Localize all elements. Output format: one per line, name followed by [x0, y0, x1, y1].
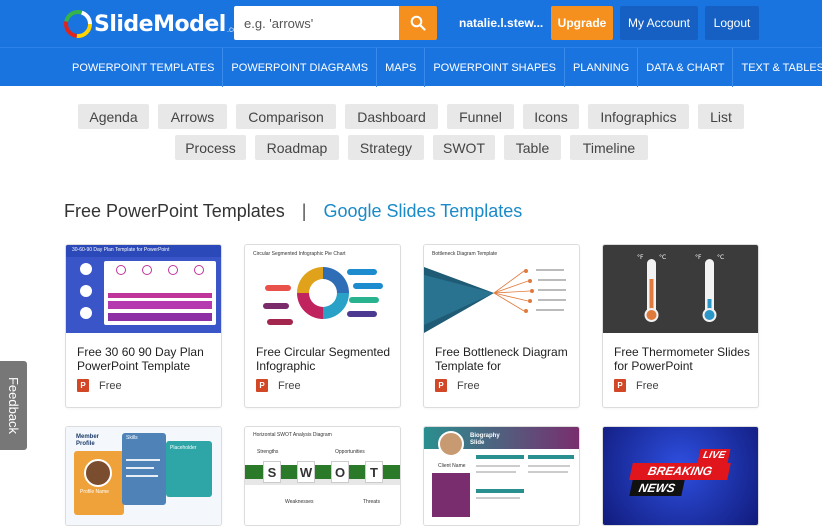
tab-google-slides-templates[interactable]: Google Slides Templates — [324, 201, 523, 221]
nav-item-planning[interactable]: PLANNING — [565, 48, 639, 87]
thumb-caption: Member Profile — [76, 434, 100, 447]
nav-item-text-tables[interactable]: TEXT & TABLES — [733, 48, 822, 87]
thumb-skills: Skills — [126, 435, 138, 441]
swot-letter-t: T — [365, 461, 383, 483]
card-thumbnail[interactable]: Horizontal SWOT Analysis Diagram S W O T… — [245, 427, 400, 525]
nav-item-powerpoint-shapes[interactable]: POWERPOINT SHAPES — [425, 48, 565, 87]
thumb-breaking: BREAKING — [629, 463, 731, 480]
top-header: SlideModel .com natalie.l.stew... Upgrad… — [0, 0, 822, 47]
card-thumbnail[interactable]: LIVE BREAKING NEWS — [603, 427, 758, 525]
tag-arrows[interactable]: Arrows — [158, 104, 227, 129]
thumb-placeholder: Placeholder — [170, 445, 197, 451]
card-thumbnail[interactable]: °F °C °F °C — [603, 245, 758, 333]
template-card[interactable]: Bottleneck Diagram Template Free Bottlen… — [423, 244, 580, 408]
search-button[interactable] — [399, 6, 437, 40]
circular-infographic-graphic — [263, 267, 383, 325]
thumb-caption: Biography Slide — [470, 433, 500, 446]
swot-label-opportunities: Opportunities — [335, 449, 365, 455]
feedback-label: Feedback — [6, 376, 21, 435]
svg-text:°C: °C — [717, 254, 724, 261]
upgrade-button[interactable]: Upgrade — [551, 6, 613, 40]
brand-logo[interactable]: SlideModel .com — [64, 8, 244, 40]
card-title[interactable]: Free Circular Segmented Infographic — [256, 345, 396, 373]
thermometer-graphic: °F °C °F °C — [637, 254, 724, 322]
thumb-client-name: Client Name — [438, 463, 466, 469]
svg-text:°F: °F — [695, 254, 702, 261]
card-thumbnail[interactable]: Bottleneck Diagram Template — [424, 245, 579, 333]
tag-strategy[interactable]: Strategy — [348, 135, 424, 160]
free-badge: Free — [636, 379, 659, 392]
template-tabs: Free PowerPoint Templates | Google Slide… — [64, 201, 522, 222]
thumb-profile-name: Profile Name — [80, 489, 109, 495]
thumb-live: LIVE — [697, 449, 731, 463]
card-thumbnail[interactable]: Member Profile Profile Name Skills Place… — [66, 427, 221, 525]
card-meta: P Free — [256, 379, 301, 392]
user-name[interactable]: natalie.l.stew... — [459, 16, 543, 30]
template-card[interactable]: 30-60-90 Day Plan Template for PowerPoin… — [65, 244, 222, 408]
card-meta: P Free — [77, 379, 122, 392]
my-account-button[interactable]: My Account — [620, 6, 698, 40]
card-meta: P Free — [614, 379, 659, 392]
swot-letter-o: O — [331, 461, 349, 483]
tag-infographics[interactable]: Infographics — [588, 104, 689, 129]
template-card[interactable]: Horizontal SWOT Analysis Diagram S W O T… — [244, 426, 401, 526]
search-input[interactable] — [234, 6, 400, 40]
free-badge: Free — [457, 379, 480, 392]
template-card[interactable]: LIVE BREAKING NEWS — [602, 426, 759, 526]
feedback-tab[interactable]: Feedback — [0, 361, 27, 450]
logout-button[interactable]: Logout — [705, 6, 759, 40]
nav-item-data-chart[interactable]: DATA & CHART — [638, 48, 734, 87]
tag-dashboard[interactable]: Dashboard — [345, 104, 438, 129]
thumb-news: NEWS — [629, 480, 685, 496]
card-meta: P Free — [435, 379, 480, 392]
card-title[interactable]: Free 30 60 90 Day Plan PowerPoint Templa… — [77, 345, 217, 373]
tag-timeline[interactable]: Timeline — [570, 135, 648, 160]
slidemodel-logo-icon — [64, 10, 92, 38]
template-card[interactable]: Member Profile Profile Name Skills Place… — [65, 426, 222, 526]
tag-icons[interactable]: Icons — [523, 104, 579, 129]
tab-separator: | — [301, 201, 307, 221]
tag-list[interactable]: List — [698, 104, 744, 129]
swot-letter-w: W — [297, 461, 315, 483]
nav-item-maps[interactable]: MAPS — [377, 48, 426, 87]
card-thumbnail[interactable]: Biography Slide Client Name — [424, 427, 579, 525]
powerpoint-icon: P — [256, 379, 268, 392]
template-card[interactable]: °F °C °F °C Free Thermometer Slides for … — [602, 244, 759, 408]
main-nav: POWERPOINT TEMPLATES POWERPOINT DIAGRAMS… — [0, 47, 822, 87]
swot-label-strengths: Strengths — [257, 449, 279, 455]
tag-agenda[interactable]: Agenda — [78, 104, 149, 129]
free-badge: Free — [99, 379, 122, 392]
powerpoint-icon: P — [435, 379, 447, 392]
card-thumbnail[interactable]: 30-60-90 Day Plan Template for PowerPoin… — [66, 245, 221, 333]
powerpoint-icon: P — [77, 379, 89, 392]
svg-text:°F: °F — [637, 254, 644, 261]
card-title[interactable]: Free Thermometer Slides for PowerPoint — [614, 345, 754, 373]
template-card[interactable]: Circular Segmented Infographic Pie Chart… — [244, 244, 401, 408]
svg-text:°C: °C — [659, 254, 666, 261]
swot-label-threats: Threats — [363, 499, 380, 505]
swot-letter-s: S — [263, 461, 281, 483]
nav-item-powerpoint-templates[interactable]: POWERPOINT TEMPLATES — [64, 48, 224, 87]
tag-roadmap[interactable]: Roadmap — [255, 135, 339, 160]
template-card[interactable]: Biography Slide Client Name — [423, 426, 580, 526]
nav-item-powerpoint-diagrams[interactable]: POWERPOINT DIAGRAMS — [223, 48, 378, 87]
brand-name: SlideModel — [94, 11, 226, 37]
tag-process[interactable]: Process — [175, 135, 246, 160]
card-thumbnail[interactable]: Circular Segmented Infographic Pie Chart — [245, 245, 400, 333]
tag-swot[interactable]: SWOT — [433, 135, 495, 160]
thumb-caption: 30-60-90 Day Plan Template for PowerPoin… — [72, 247, 170, 253]
search-icon — [410, 15, 426, 31]
card-title[interactable]: Free Bottleneck Diagram Template for — [435, 345, 575, 373]
tag-funnel[interactable]: Funnel — [447, 104, 514, 129]
thumb-caption: Horizontal SWOT Analysis Diagram — [253, 432, 332, 438]
swot-label-weaknesses: Weaknesses — [285, 499, 314, 505]
tag-comparison[interactable]: Comparison — [236, 104, 336, 129]
bottleneck-graphic — [424, 267, 566, 333]
tag-table[interactable]: Table — [504, 135, 561, 160]
tab-free-powerpoint-templates[interactable]: Free PowerPoint Templates — [64, 201, 285, 221]
powerpoint-icon: P — [614, 379, 626, 392]
free-badge: Free — [278, 379, 301, 392]
